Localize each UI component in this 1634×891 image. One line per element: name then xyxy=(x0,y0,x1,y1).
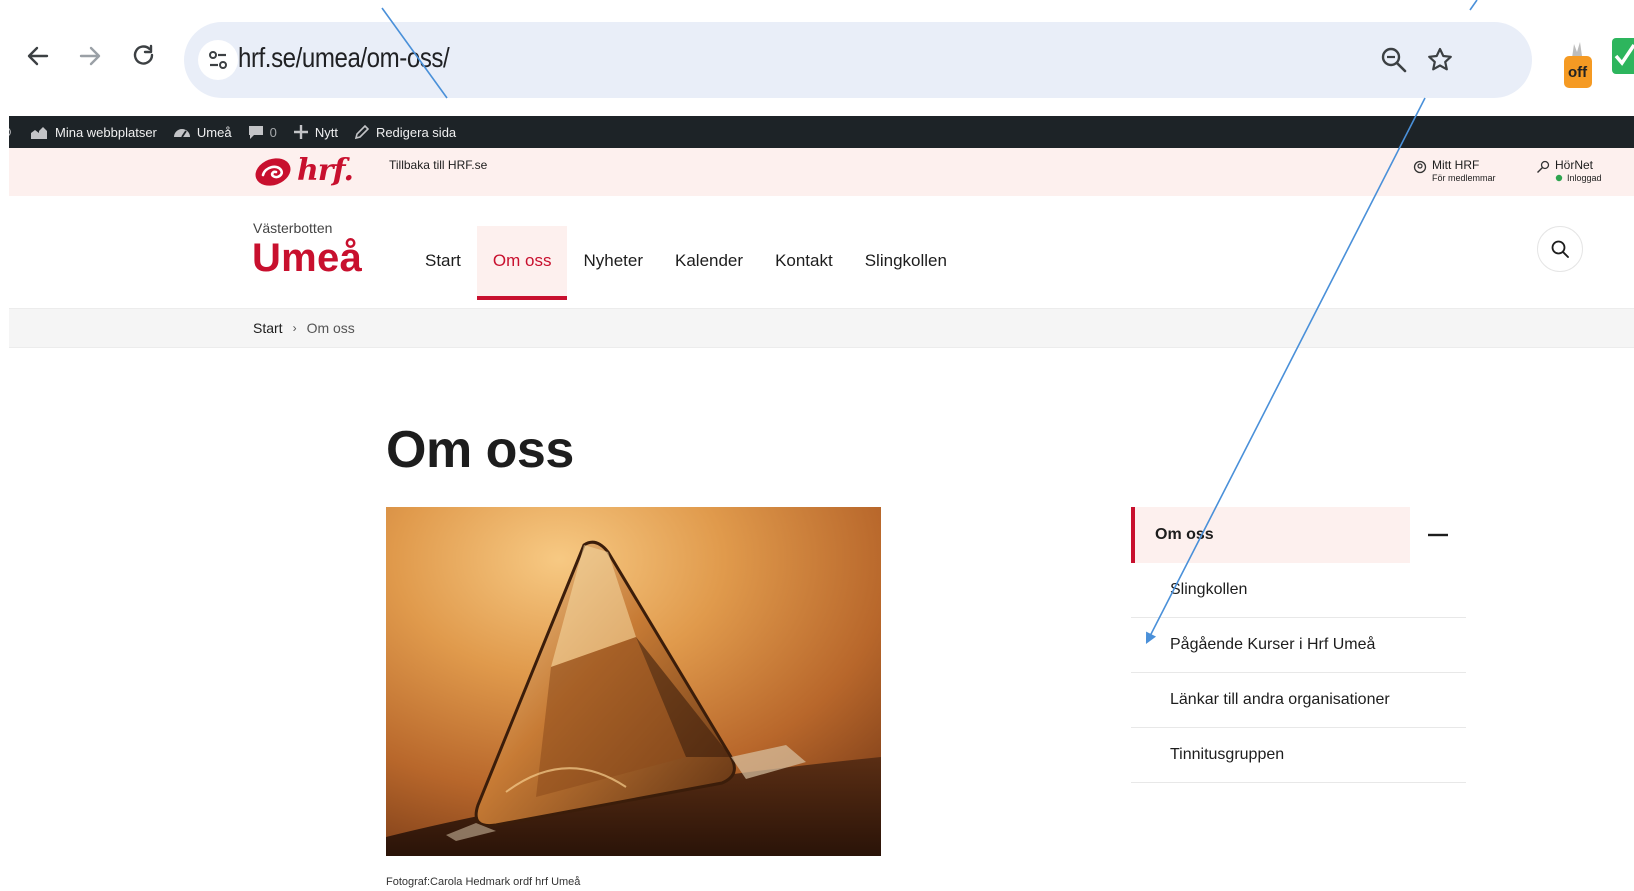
admin-edit-page[interactable]: Redigera sida xyxy=(354,124,456,140)
image-caption: Fotograf:Carola Hedmark ordf hrf Umeå xyxy=(386,876,581,888)
back-button[interactable] xyxy=(18,36,58,76)
subpage-tinnitusgruppen[interactable]: Tinnitusgruppen xyxy=(1131,728,1466,783)
subpage-lankar[interactable]: Länkar till andra organisationer xyxy=(1131,673,1466,728)
nav-kalender[interactable]: Kalender xyxy=(659,226,759,296)
search-icon xyxy=(1551,240,1569,258)
tune-icon xyxy=(209,51,227,69)
hero-image xyxy=(386,507,881,856)
network-sites-icon xyxy=(31,127,47,139)
nav-kontakt[interactable]: Kontakt xyxy=(759,226,849,296)
zoom-button[interactable] xyxy=(1374,40,1414,80)
breadcrumb-current: Om oss xyxy=(306,320,355,336)
extension-badge: off xyxy=(1568,64,1588,81)
region-label: Västerbotten xyxy=(253,220,333,236)
site-settings-button[interactable] xyxy=(198,40,238,80)
admin-comments[interactable]: 0 xyxy=(248,124,277,140)
wp-admin-bar: Mina webbplatser Umeå 0 Nytt Redigera si… xyxy=(9,116,1634,148)
admin-site-umea[interactable]: Umeå xyxy=(173,124,232,140)
browser-toolbar: hrf.se/umea/om-oss/ off xyxy=(0,0,1634,113)
checkmark-icon xyxy=(1612,38,1634,74)
admin-wp-logo[interactable] xyxy=(9,124,17,140)
back-to-hrf-link[interactable]: Tillbaka till HRF.se xyxy=(389,158,487,172)
arrow-left-icon xyxy=(27,46,49,66)
breadcrumb-separator: › xyxy=(292,321,297,335)
breadcrumb-home[interactable]: Start xyxy=(253,320,283,336)
site-header: Västerbotten Umeå Start Om oss Nyheter K… xyxy=(9,196,1634,308)
site-top-strip: hrf. Tillbaka till HRF.se Mitt HRF För m… xyxy=(9,148,1634,196)
dashboard-icon xyxy=(173,129,190,138)
nav-om-oss[interactable]: Om oss xyxy=(476,226,568,300)
admin-my-sites[interactable]: Mina webbplatser xyxy=(29,124,157,140)
logged-in-status: Inloggad xyxy=(1555,172,1602,184)
page-title: Om oss xyxy=(386,421,574,479)
bookmark-button[interactable] xyxy=(1420,40,1460,80)
site-search-button[interactable] xyxy=(1537,226,1583,272)
subpage-menu-head[interactable]: Om oss xyxy=(1131,507,1466,563)
key-icon xyxy=(1537,160,1550,173)
ice-pyramid-photo xyxy=(386,507,881,856)
nav-start[interactable]: Start xyxy=(409,226,477,296)
hrf-logo-text: hrf. xyxy=(297,153,354,188)
minus-icon xyxy=(1428,533,1448,537)
forward-button[interactable] xyxy=(70,36,110,76)
subpage-slingkollen[interactable]: Slingkollen xyxy=(1131,563,1466,618)
hrf-logo[interactable]: hrf. xyxy=(253,153,354,188)
nav-slingkollen[interactable]: Slingkollen xyxy=(849,226,963,296)
wordpress-icon xyxy=(9,128,11,136)
subpage-kurser[interactable]: Pågående Kurser i Hrf Umeå xyxy=(1131,618,1466,673)
plus-icon xyxy=(293,125,308,139)
site-name[interactable]: Umeå xyxy=(252,236,362,281)
reload-button[interactable] xyxy=(124,36,164,76)
address-bar[interactable]: hrf.se/umea/om-oss/ xyxy=(184,22,1532,98)
breadcrumb: Start › Om oss xyxy=(9,308,1634,348)
pencil-icon xyxy=(354,124,370,140)
url-text[interactable]: hrf.se/umea/om-oss/ xyxy=(238,42,450,74)
status-dot-icon xyxy=(1555,174,1563,182)
main-nav: Start Om oss Nyheter Kalender Kontakt Sl… xyxy=(409,226,963,308)
subpage-menu: Om oss Slingkollen Pågående Kurser i Hrf… xyxy=(1131,507,1466,783)
mitt-hrf-link[interactable]: Mitt HRF För medlemmar xyxy=(1413,158,1496,184)
star-icon xyxy=(1428,47,1452,71)
zoom-out-icon xyxy=(1381,47,1407,73)
arrow-right-icon xyxy=(79,46,101,66)
user-circle-icon xyxy=(1413,160,1427,174)
extension-button[interactable]: off xyxy=(1562,38,1594,94)
extension-check-button[interactable] xyxy=(1612,38,1634,78)
comment-icon xyxy=(248,126,263,139)
reload-icon xyxy=(133,44,154,65)
hrf-swirl-icon xyxy=(255,157,291,186)
nav-nyheter[interactable]: Nyheter xyxy=(567,226,659,296)
collapse-toggle[interactable] xyxy=(1410,507,1466,563)
hornet-link[interactable]: HörNet Inloggad xyxy=(1536,158,1602,184)
admin-new[interactable]: Nytt xyxy=(293,124,338,140)
